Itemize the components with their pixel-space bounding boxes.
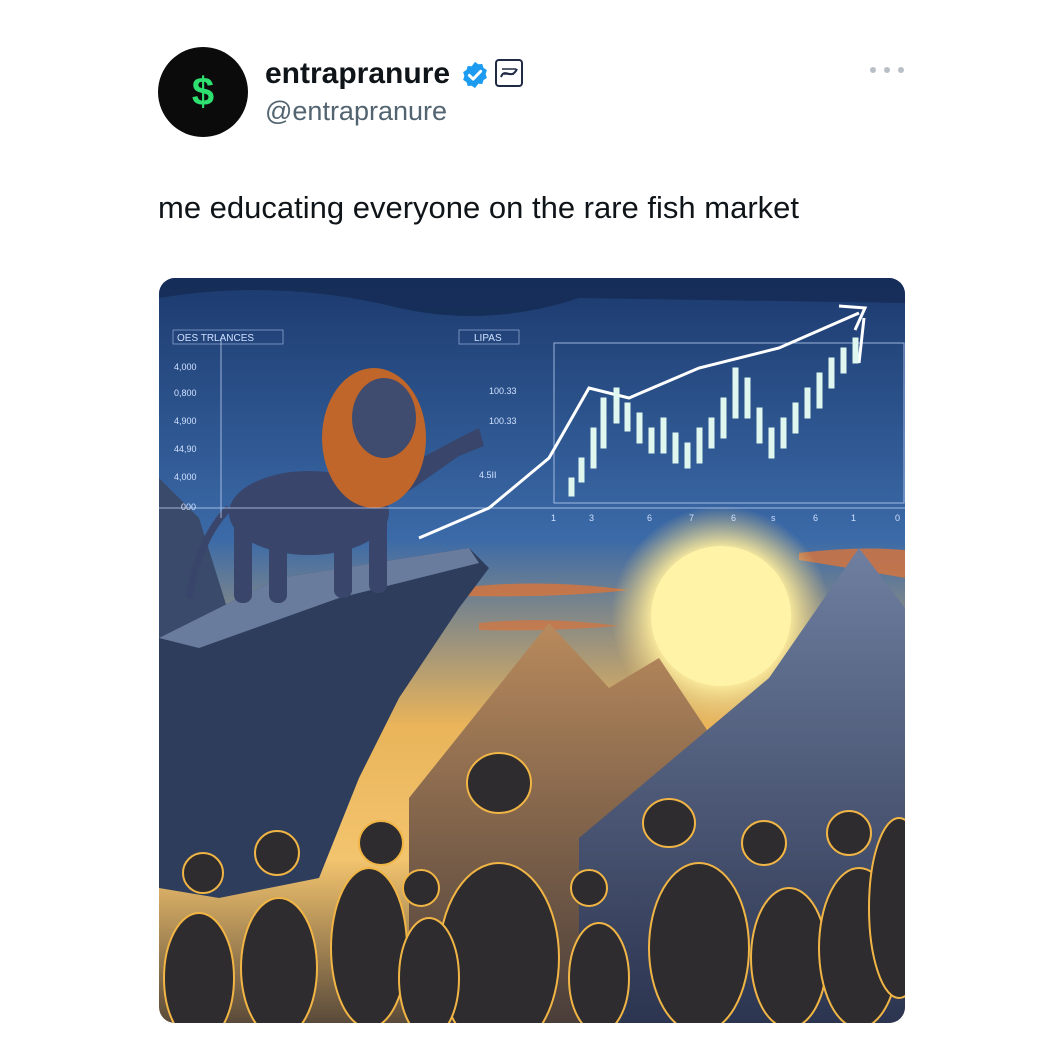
axis-label: 6 [731, 513, 736, 523]
axis-label: 1 [851, 513, 856, 523]
axis-label: 3 [589, 513, 594, 523]
verified-check-icon [463, 61, 487, 89]
axis-label: 4.5II [479, 470, 497, 480]
tweet-text: me educating everyone on the rare fish m… [158, 190, 800, 225]
user-handle[interactable]: @entrapranure [265, 96, 447, 127]
axis-label: 4,000 [174, 362, 197, 372]
affiliate-badge-icon[interactable] [495, 59, 523, 87]
axis-label: 7 [689, 513, 694, 523]
chart-right-title: LIPAS [474, 333, 502, 344]
more-dots-icon[interactable] [870, 62, 904, 78]
axis-label: 1 [551, 513, 556, 523]
chart-left-title: OES TRLANCES [177, 333, 254, 344]
display-name[interactable]: entrapranure [265, 57, 450, 91]
axis-label: 6 [647, 513, 652, 523]
axis-label: 0,800 [174, 388, 197, 398]
axis-label: 000 [181, 502, 196, 512]
axis-label: 100.33 [489, 416, 517, 426]
tweet-media-image[interactable]: OES TRLANCES LIPAS 4,000 0,800 4,900 44,… [159, 278, 905, 1023]
avatar[interactable]: $ [158, 47, 248, 137]
axis-label: s [771, 513, 776, 523]
axis-label: 0 [895, 513, 900, 523]
axis-label: 4,000 [174, 472, 197, 482]
axis-label: 4,900 [174, 416, 197, 426]
axis-label: 44,90 [174, 444, 197, 454]
axis-label: 100.33 [489, 386, 517, 396]
avatar-dollar-symbol: $ [191, 70, 215, 114]
axis-label: 6 [813, 513, 818, 523]
